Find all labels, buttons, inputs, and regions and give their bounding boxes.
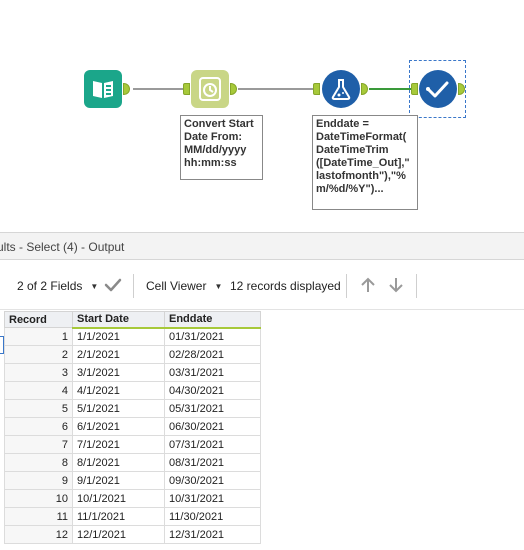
book-icon bbox=[93, 81, 113, 98]
formula-input-anchor[interactable] bbox=[313, 83, 320, 95]
datetime-output-anchor[interactable] bbox=[230, 83, 237, 95]
table-row[interactable]: 11 11/1/2021 11/30/2021 bbox=[4, 507, 261, 526]
cell-enddate[interactable]: 02/28/2021 bbox=[164, 345, 261, 364]
fields-dropdown[interactable]: 2 of 2 Fields ▼ bbox=[17, 279, 98, 293]
table-row[interactable]: 4 4/1/2021 04/30/2021 bbox=[4, 381, 261, 400]
cell-enddate[interactable]: 12/31/2021 bbox=[164, 525, 261, 544]
table-row[interactable]: 6 6/1/2021 06/30/2021 bbox=[4, 417, 261, 436]
table-row[interactable]: 12 12/1/2021 12/31/2021 bbox=[4, 525, 261, 544]
results-grid[interactable]: Record Start Date Enddate 1 1/1/2021 01/31… bbox=[0, 311, 524, 550]
cell-enddate[interactable]: 05/31/2021 bbox=[164, 399, 261, 418]
table-row[interactable]: 3 3/1/2021 03/31/2021 bbox=[4, 363, 261, 382]
results-table: Record Start Date Enddate 1 1/1/2021 01/31… bbox=[4, 311, 261, 544]
chevron-down-icon: ▼ bbox=[214, 281, 223, 291]
cell-start-date[interactable]: 2/1/2021 bbox=[72, 345, 165, 364]
toolbar-divider bbox=[416, 274, 417, 298]
row-selection-indicator bbox=[0, 336, 4, 354]
cell-enddate[interactable]: 07/31/2021 bbox=[164, 435, 261, 454]
checkmark-icon bbox=[426, 81, 449, 98]
cell-record[interactable]: 11 bbox=[4, 507, 73, 526]
table-row[interactable]: 1 1/1/2021 01/31/2021 bbox=[4, 327, 261, 346]
cell-record[interactable]: 7 bbox=[4, 435, 73, 454]
table-row[interactable]: 2 2/1/2021 02/28/2021 bbox=[4, 345, 261, 364]
table-row[interactable]: 7 7/1/2021 07/31/2021 bbox=[4, 435, 261, 454]
cell-record[interactable]: 1 bbox=[4, 327, 73, 346]
cell-enddate[interactable]: 04/30/2021 bbox=[164, 381, 261, 400]
table-row[interactable]: 5 5/1/2021 05/31/2021 bbox=[4, 399, 261, 418]
formula-tool[interactable] bbox=[322, 70, 360, 108]
cell-enddate[interactable]: 06/30/2021 bbox=[164, 417, 261, 436]
connection-datetime-formula bbox=[238, 88, 314, 90]
cell-enddate[interactable]: 08/31/2021 bbox=[164, 453, 261, 472]
cell-start-date[interactable]: 12/1/2021 bbox=[72, 525, 165, 544]
cell-start-date[interactable]: 8/1/2021 bbox=[72, 453, 165, 472]
cell-record[interactable]: 10 bbox=[4, 489, 73, 508]
clock-icon bbox=[199, 77, 221, 101]
cell-start-date[interactable]: 4/1/2021 bbox=[72, 381, 165, 400]
table-row[interactable]: 9 9/1/2021 09/30/2021 bbox=[4, 471, 261, 490]
cell-record[interactable]: 3 bbox=[4, 363, 73, 382]
cell-enddate[interactable]: 09/30/2021 bbox=[164, 471, 261, 490]
results-panel-title-text: ults - Select (4) - Output bbox=[0, 240, 125, 254]
connection-input-datetime bbox=[133, 88, 183, 90]
fields-dropdown-label: 2 of 2 Fields bbox=[17, 279, 83, 293]
cell-viewer-dropdown[interactable]: Cell Viewer ▼ bbox=[146, 279, 222, 293]
datetime-tool[interactable] bbox=[191, 70, 229, 108]
column-header-start-date[interactable]: Start Date bbox=[72, 311, 165, 329]
records-count-label: 12 records displayed bbox=[230, 279, 341, 293]
cell-start-date[interactable]: 7/1/2021 bbox=[72, 435, 165, 454]
cell-record[interactable]: 2 bbox=[4, 345, 73, 364]
arrow-down-icon[interactable] bbox=[386, 276, 406, 296]
chevron-down-icon: ▼ bbox=[90, 281, 99, 291]
results-toolbar: 2 of 2 Fields ▼ Cell Viewer ▼ 12 records… bbox=[0, 262, 524, 310]
cell-record[interactable]: 8 bbox=[4, 453, 73, 472]
formula-annotation: Enddate = DateTimeFormat( DateTimeTrim (… bbox=[312, 115, 418, 210]
cell-start-date[interactable]: 9/1/2021 bbox=[72, 471, 165, 490]
cell-start-date[interactable]: 6/1/2021 bbox=[72, 417, 165, 436]
cell-start-date[interactable]: 1/1/2021 bbox=[72, 327, 165, 346]
datetime-input-anchor[interactable] bbox=[183, 83, 190, 95]
cell-start-date[interactable]: 10/1/2021 bbox=[72, 489, 165, 508]
cell-enddate[interactable]: 03/31/2021 bbox=[164, 363, 261, 382]
table-header-row: Record Start Date Enddate bbox=[4, 311, 261, 329]
toolbar-divider bbox=[346, 274, 347, 298]
table-row[interactable]: 8 8/1/2021 08/31/2021 bbox=[4, 453, 261, 472]
toolbar-divider bbox=[133, 274, 134, 298]
checkmark-icon[interactable] bbox=[103, 276, 123, 296]
arrow-up-icon[interactable] bbox=[358, 276, 378, 296]
cell-viewer-label: Cell Viewer bbox=[146, 279, 207, 293]
input-data-output-anchor[interactable] bbox=[123, 83, 130, 95]
cell-record[interactable]: 5 bbox=[4, 399, 73, 418]
cell-enddate[interactable]: 11/30/2021 bbox=[164, 507, 261, 526]
cell-start-date[interactable]: 5/1/2021 bbox=[72, 399, 165, 418]
cell-record[interactable]: 6 bbox=[4, 417, 73, 436]
cell-record[interactable]: 12 bbox=[4, 525, 73, 544]
input-data-tool[interactable] bbox=[84, 70, 122, 108]
column-header-enddate[interactable]: Enddate bbox=[164, 311, 261, 329]
flask-icon bbox=[331, 79, 351, 100]
workflow-canvas[interactable]: Convert Start Date From: MM/dd/yyyy hh:m… bbox=[0, 0, 524, 228]
cell-start-date[interactable]: 3/1/2021 bbox=[72, 363, 165, 382]
formula-output-anchor[interactable] bbox=[361, 83, 368, 95]
cell-start-date[interactable]: 11/1/2021 bbox=[72, 507, 165, 526]
datetime-annotation: Convert Start Date From: MM/dd/yyyy hh:m… bbox=[180, 115, 263, 180]
column-header-record[interactable]: Record bbox=[4, 311, 73, 328]
cell-enddate[interactable]: 10/31/2021 bbox=[164, 489, 261, 508]
cell-record[interactable]: 4 bbox=[4, 381, 73, 400]
table-row[interactable]: 10 10/1/2021 10/31/2021 bbox=[4, 489, 261, 508]
results-panel-title: ults - Select (4) - Output bbox=[0, 232, 524, 260]
cell-record[interactable]: 9 bbox=[4, 471, 73, 490]
select-input-anchor[interactable] bbox=[411, 83, 418, 95]
cell-enddate[interactable]: 01/31/2021 bbox=[164, 327, 261, 346]
records-count: 12 records displayed bbox=[230, 279, 341, 293]
select-tool[interactable] bbox=[419, 70, 457, 108]
